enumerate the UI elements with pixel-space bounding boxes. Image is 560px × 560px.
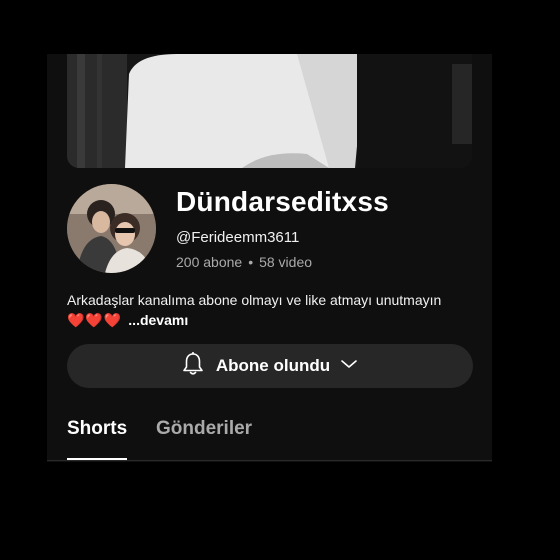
more-link[interactable]: ...devamı (128, 310, 188, 330)
tab-shorts[interactable]: Shorts (67, 418, 128, 460)
channel-stats: 200 abone • 58 video (176, 254, 312, 270)
video-count: 58 video (259, 254, 313, 270)
subscribed-button[interactable]: Abone olundu (67, 344, 473, 388)
channel-banner (67, 54, 472, 168)
channel-description[interactable]: Arkadaşlar kanalıma abone olmayı ve like… (67, 290, 477, 330)
subscriber-count: 200 abone (176, 254, 243, 270)
channel-page: Dündarseditxss @Ferideemm3611 200 abone •… (47, 54, 492, 462)
tab-posts[interactable]: Gönderiler (156, 418, 252, 458)
chevron-down-icon (340, 357, 358, 375)
channel-tabs: Shorts Gönderiler (47, 410, 492, 461)
channel-name: Dündarseditxss (176, 186, 389, 217)
channel-avatar[interactable] (67, 184, 156, 273)
bell-icon (182, 351, 204, 381)
description-text: Arkadaşlar kanalıma abone olmayı ve like… (67, 292, 442, 308)
subscribed-label: Abone olundu (215, 356, 331, 375)
heart-emojis: ❤️❤️❤️ (67, 312, 123, 328)
stats-separator: • (248, 254, 254, 270)
channel-handle: @Ferideemm3611 (176, 229, 300, 246)
